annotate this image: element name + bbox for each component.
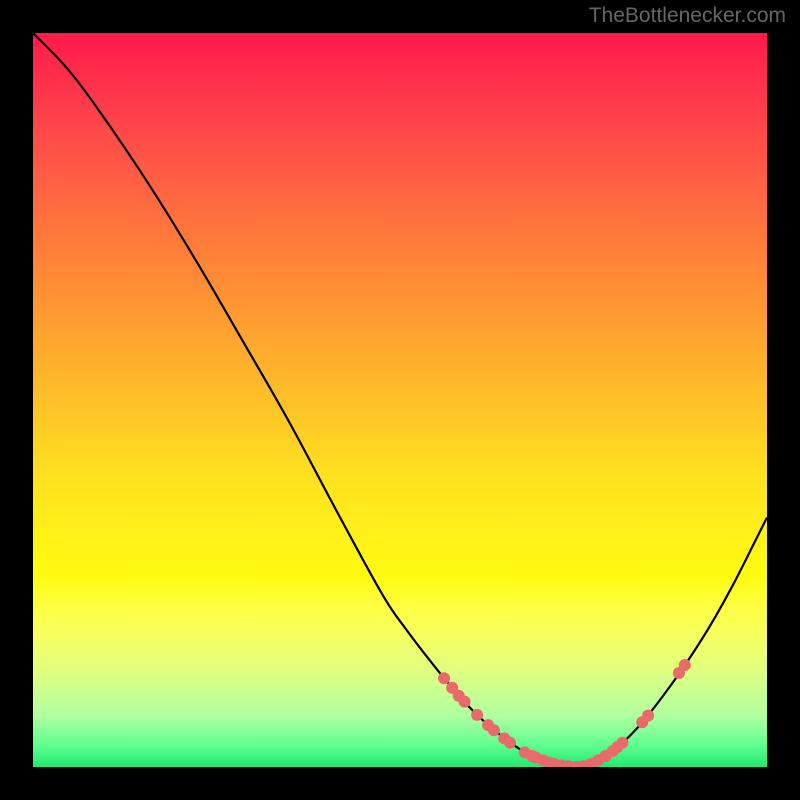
chart-marker xyxy=(438,672,450,684)
chart-marker xyxy=(679,659,691,671)
chart-marker xyxy=(471,709,483,721)
chart-marker xyxy=(459,696,471,708)
chart-plot-area xyxy=(33,33,767,767)
chart-marker xyxy=(504,737,516,749)
chart-markers xyxy=(438,659,691,767)
watermark-text: TheBottlenecker.com xyxy=(589,4,786,28)
chart-marker xyxy=(616,737,628,749)
chart-marker xyxy=(488,724,500,736)
chart-marker xyxy=(642,710,654,722)
chart-svg xyxy=(33,33,767,767)
chart-curve xyxy=(33,33,767,767)
